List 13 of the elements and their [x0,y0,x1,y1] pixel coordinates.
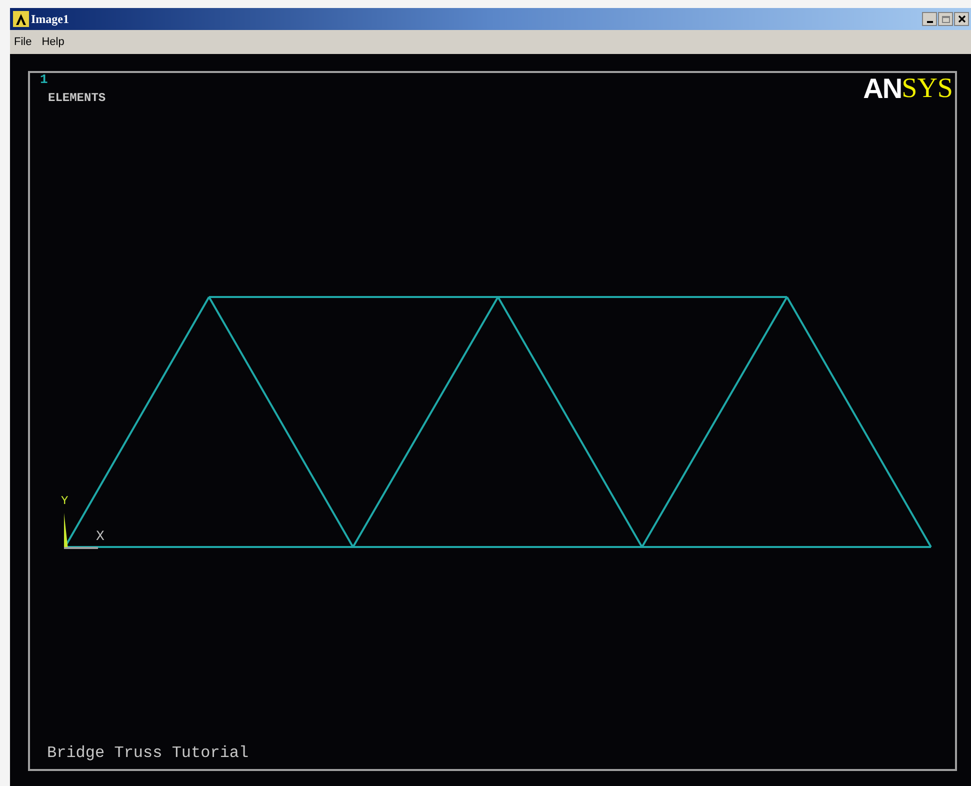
axis-label: X [96,530,104,544]
axis-label: Y [61,495,68,507]
close-button[interactable] [954,12,969,26]
minimize-button[interactable] [922,12,937,26]
plot-label: ELEMENTS [48,92,106,104]
plot-caption: Bridge Truss Tutorial [47,745,250,761]
app-icon [13,11,29,27]
window-number: 1 [40,73,49,86]
menu-item[interactable]: File [14,34,32,50]
close-icon [958,15,966,23]
ansys-logo: ANSYS [863,75,953,104]
menu-item[interactable]: Help [42,34,64,50]
window-title: Image1 [31,11,69,28]
